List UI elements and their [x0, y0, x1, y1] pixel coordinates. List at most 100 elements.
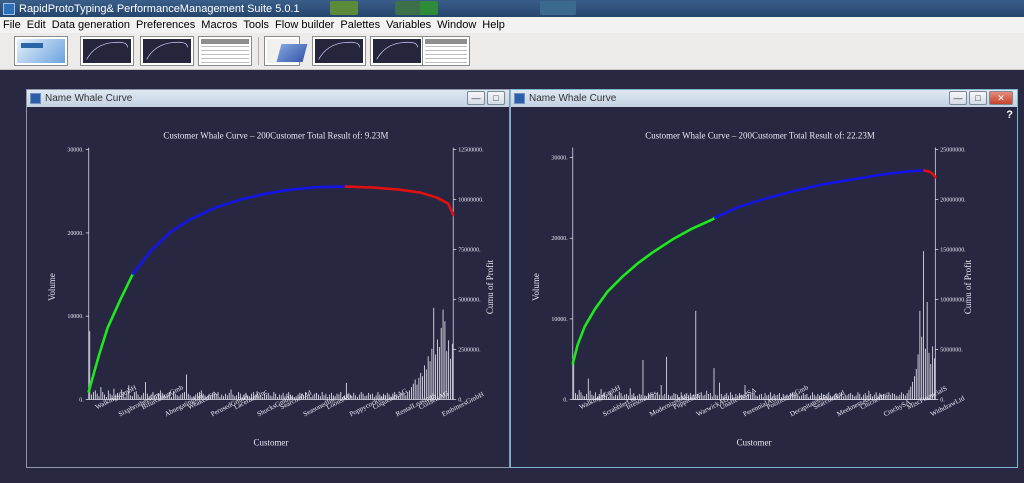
window-title: Name Whale Curve: [529, 93, 617, 104]
volume-bar: [901, 392, 903, 400]
menu-edit[interactable]: Edit: [24, 19, 49, 31]
volume-bar: [719, 382, 720, 400]
y-tick-label: 0.: [563, 398, 568, 404]
volume-bar: [451, 343, 453, 400]
profit-curve-green: [571, 216, 717, 365]
volume-bar: [910, 386, 912, 400]
volume-bar: [102, 392, 104, 400]
volume-bar: [580, 392, 582, 400]
minimize-button[interactable]: —: [467, 91, 485, 105]
menu-help[interactable]: Help: [479, 19, 508, 31]
chart-window-right[interactable]: Name Whale Curve — □ ✕ ? Customer Whale …: [510, 89, 1018, 468]
volume-bar: [704, 394, 706, 400]
profit-curve-blue: [713, 169, 926, 219]
menu-macros[interactable]: Macros: [198, 19, 240, 31]
table-thumbnail-icon: [425, 39, 467, 63]
background-window-strip: [420, 1, 438, 15]
volume-bar: [318, 394, 319, 400]
volume-bar: [759, 394, 760, 400]
volume-bar: [416, 384, 418, 400]
volume-bar: [180, 394, 182, 400]
volume-bar: [917, 354, 919, 400]
toolbar-table-button-2[interactable]: [422, 36, 470, 66]
volume-bar: [94, 390, 96, 400]
volume-bar: [919, 310, 921, 400]
volume-bar: [96, 393, 98, 400]
volume-bar: [668, 394, 669, 400]
toolbar-whale-curve-button-2[interactable]: [140, 36, 194, 66]
volume-bar: [366, 395, 368, 400]
y2-tick-label: 12500000.: [458, 148, 484, 154]
x-axis-label: Customer: [737, 437, 772, 447]
x-axis-label: Customer: [254, 437, 289, 447]
maximize-button[interactable]: □: [487, 91, 505, 105]
y-tick-label: 30000.: [551, 156, 568, 162]
volume-bar: [895, 395, 897, 400]
volume-bar: [658, 394, 660, 400]
window-app-icon: [30, 93, 41, 104]
chart-window-left[interactable]: Name Whale Curve — □ Customer Whale Curv…: [26, 89, 510, 468]
window-app-icon: [514, 93, 525, 104]
whale-curve-thumbnail-icon: [315, 39, 363, 63]
menu-preferences[interactable]: Preferences: [133, 19, 198, 31]
y-tick-label: 30000.: [67, 148, 84, 154]
maximize-button[interactable]: □: [969, 91, 987, 105]
whale-curve-chart: Customer Whale Curve – 200Customer Total…: [27, 107, 509, 467]
volume-bar: [914, 376, 915, 400]
toolbar-whale-curve-button-4[interactable]: [370, 36, 424, 66]
volume-bar: [924, 348, 926, 400]
toolbar-whale-curve-button-3[interactable]: [312, 36, 366, 66]
x-tick-label: ChicherInc: [859, 390, 890, 411]
volume-bar: [620, 393, 622, 400]
volume-bar: [424, 365, 425, 400]
toolbar-report-button[interactable]: [14, 36, 68, 66]
volume-bar: [226, 395, 228, 400]
y-tick-label: 20000.: [67, 231, 84, 237]
volume-bar: [576, 394, 578, 400]
menu-flow-builder[interactable]: Flow builder: [272, 19, 337, 31]
window-titlebar[interactable]: Name Whale Curve — □: [27, 90, 509, 107]
volume-bar: [850, 393, 852, 400]
volume-bar: [186, 374, 187, 400]
chart-title: Customer Whale Curve – 200Customer Total…: [163, 131, 388, 141]
volume-bar: [100, 387, 102, 400]
menu-data-generation[interactable]: Data generation: [49, 19, 133, 31]
window-titlebar[interactable]: Name Whale Curve — □ ✕: [511, 90, 1017, 107]
volume-bar: [316, 392, 318, 400]
volume-bar: [437, 339, 438, 400]
volume-bar: [897, 396, 899, 400]
toolbar-whale-curve-button-1[interactable]: [80, 36, 134, 66]
y2-tick-label: 7500000.: [458, 248, 481, 254]
close-button[interactable]: ✕: [989, 91, 1013, 105]
menu-tools[interactable]: Tools: [240, 19, 272, 31]
volume-bar: [358, 394, 360, 400]
volume-bar: [184, 392, 185, 400]
y-tick-label: 10000.: [551, 317, 568, 323]
minimize-button[interactable]: —: [949, 91, 967, 105]
volume-bar: [353, 392, 355, 400]
background-window-strip: [330, 1, 358, 15]
volume-bar: [695, 310, 697, 400]
y-axis-label: Volume: [47, 273, 57, 301]
volume-bar: [666, 356, 668, 400]
volume-bar: [228, 392, 230, 400]
volume-bar: [230, 389, 232, 400]
menu-variables[interactable]: Variables: [383, 19, 434, 31]
volume-bar: [269, 395, 271, 400]
volume-bar: [130, 395, 132, 400]
volume-bar: [450, 358, 451, 400]
menu-window[interactable]: Window: [434, 19, 479, 31]
toolbar: [0, 33, 1024, 70]
volume-bar: [615, 394, 617, 400]
toolbar-table-button-1[interactable]: [198, 36, 252, 66]
volume-bar: [368, 392, 370, 400]
volume-bar: [225, 393, 226, 400]
volume-bar: [418, 377, 420, 400]
menu-file[interactable]: File: [0, 19, 24, 31]
toolbar-3d-chart-button[interactable]: [264, 36, 300, 66]
volume-bar: [662, 395, 664, 400]
y2-tick-label: 20000000.: [940, 198, 966, 204]
menu-palettes[interactable]: Palettes: [337, 19, 383, 31]
profit-curve-blue: [131, 185, 347, 275]
volume-bar: [801, 395, 802, 400]
